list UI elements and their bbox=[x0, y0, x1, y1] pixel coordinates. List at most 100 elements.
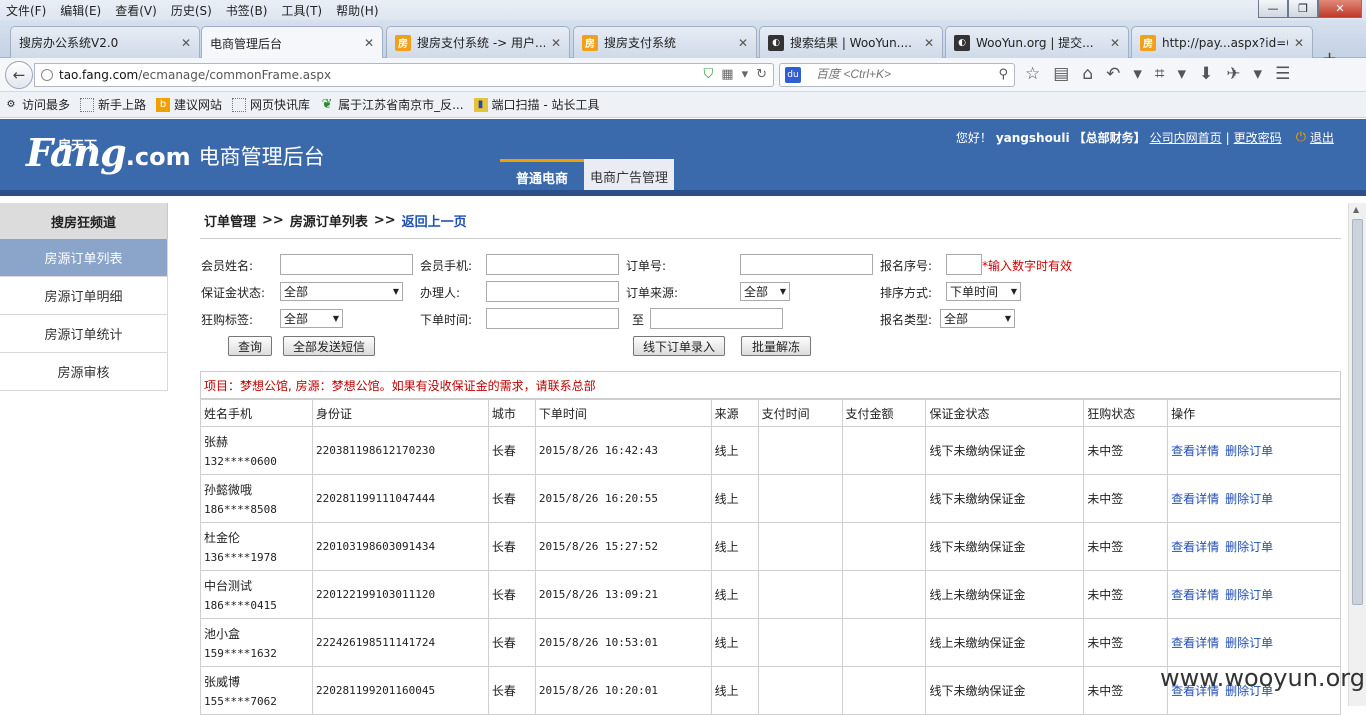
menu-view[interactable]: 查看(V) bbox=[115, 2, 157, 19]
crop-icon[interactable]: ⌗ bbox=[1155, 64, 1165, 84]
search-icon[interactable]: ⚲ bbox=[998, 67, 1008, 82]
undo-icon[interactable]: ↶ bbox=[1106, 64, 1120, 84]
delete-order-link[interactable]: 删除订单 bbox=[1225, 588, 1273, 602]
chevron-down-icon[interactable]: ▾ bbox=[1133, 64, 1142, 84]
change-password-link[interactable]: 更改密码 bbox=[1234, 129, 1282, 146]
chevron-down-icon[interactable]: ▾ bbox=[1177, 64, 1186, 84]
order-time-end-input[interactable] bbox=[650, 308, 783, 329]
bookmark-most-visited[interactable]: ⚙ 访问最多 bbox=[4, 96, 71, 113]
order-time-label: 下单时间: bbox=[420, 313, 473, 327]
download-icon[interactable]: ⬇ bbox=[1199, 64, 1213, 84]
minimize-button[interactable]: — bbox=[1258, 0, 1288, 18]
batch-unfreeze-button[interactable]: 批量解冻 bbox=[741, 336, 811, 356]
sidebar-item-listing-review[interactable]: 房源审核 bbox=[0, 353, 168, 391]
signup-type-select[interactable]: 全部 ▼ bbox=[940, 309, 1015, 328]
view-details-link[interactable]: 查看详情 bbox=[1171, 636, 1219, 650]
bookmark-suggested[interactable]: b 建议网站 bbox=[156, 96, 222, 113]
back-link[interactable]: 返回上一页 bbox=[402, 211, 467, 230]
menu-hamburger-icon[interactable]: ☰ bbox=[1275, 64, 1290, 84]
search-input[interactable] bbox=[816, 67, 986, 81]
menu-history[interactable]: 历史(S) bbox=[171, 2, 212, 19]
close-tab-icon[interactable]: ✕ bbox=[1294, 36, 1304, 50]
reading-list-icon[interactable]: ▤ bbox=[1053, 64, 1069, 84]
maximize-button[interactable]: ❐ bbox=[1288, 0, 1318, 18]
query-button[interactable]: 查询 bbox=[228, 336, 272, 356]
rush-tag-select[interactable]: 全部 ▼ bbox=[280, 309, 343, 328]
intranet-home-link[interactable]: 公司内网首页 bbox=[1150, 129, 1222, 146]
cell-pay-time bbox=[757, 474, 843, 523]
logout-link[interactable]: 退出 bbox=[1310, 129, 1334, 146]
order-no-input[interactable] bbox=[740, 254, 873, 275]
table-row: 池小盒 159****1632 222426198511141724 长春 2015/8… bbox=[200, 618, 1341, 667]
baidu-paw-icon[interactable]: du bbox=[785, 67, 801, 83]
menu-help[interactable]: 帮助(H) bbox=[336, 2, 378, 19]
order-time-start-input[interactable] bbox=[486, 308, 619, 329]
scroll-up-arrow-icon[interactable]: ▲ bbox=[1353, 205, 1359, 214]
vertical-scrollbar[interactable]: ▲ bbox=[1348, 203, 1366, 706]
sidebar-item-order-detail[interactable]: 房源订单明细 bbox=[0, 277, 168, 315]
tab-pay-system-user[interactable]: 房 搜房支付系统 -> 用户... ✕ bbox=[386, 26, 570, 58]
tab-wooyun-search[interactable]: ◐ 搜索结果 | WooYun.... ✕ bbox=[759, 26, 943, 58]
reload-icon[interactable]: ↻ bbox=[756, 67, 767, 82]
fang-logo[interactable]: 房天下 Fang .com 电商管理后台 bbox=[26, 131, 325, 175]
send-all-sms-button[interactable]: 全部发送短信 bbox=[283, 336, 375, 356]
tab-wooyun-submit[interactable]: ◐ WooYun.org | 提交... ✕ bbox=[945, 26, 1129, 58]
breadcrumb-order-management: 订单管理 bbox=[204, 215, 257, 230]
power-icon[interactable]: ⏻ bbox=[1296, 130, 1306, 145]
handler-input[interactable] bbox=[486, 281, 619, 302]
menu-bookmarks[interactable]: 书签(B) bbox=[226, 2, 268, 19]
tab-pay-aspx[interactable]: 房 http://pay...aspx?id=6 ✕ bbox=[1131, 26, 1313, 58]
close-tab-icon[interactable]: ✕ bbox=[738, 36, 748, 50]
tab-ecommerce-admin[interactable]: 电商管理后台 ✕ bbox=[201, 26, 383, 59]
scrollbar-thumb[interactable] bbox=[1352, 219, 1363, 605]
addon-icon[interactable]: ✈ bbox=[1226, 64, 1240, 84]
order-source-select[interactable]: 全部 ▼ bbox=[740, 282, 790, 301]
close-tab-icon[interactable]: ✕ bbox=[364, 36, 374, 50]
sidebar-item-order-stats[interactable]: 房源订单统计 bbox=[0, 315, 168, 353]
offline-order-entry-button[interactable]: 线下订单录入 bbox=[633, 336, 725, 356]
search-box[interactable]: du ⚲ bbox=[779, 63, 1015, 87]
view-details-link[interactable]: 查看详情 bbox=[1171, 540, 1219, 554]
bookmark-web-slices[interactable]: 网页快讯库 bbox=[232, 96, 310, 113]
bookmark-nanjing[interactable]: ❦ 属于江苏省南京市_反... bbox=[320, 96, 464, 113]
close-tab-icon[interactable]: ✕ bbox=[181, 36, 191, 50]
back-arrow-icon[interactable]: ← bbox=[5, 61, 33, 89]
dropdown-arrow-icon[interactable]: ▾ bbox=[742, 67, 749, 82]
view-details-link[interactable]: 查看详情 bbox=[1171, 588, 1219, 602]
delete-order-link[interactable]: 删除订单 bbox=[1225, 492, 1273, 506]
nav-tab-ad-management[interactable]: 电商广告管理 bbox=[584, 159, 675, 193]
delete-order-link[interactable]: 删除订单 bbox=[1225, 636, 1273, 650]
menu-file[interactable]: 文件(F) bbox=[6, 2, 46, 19]
member-phone-input[interactable] bbox=[486, 254, 619, 275]
deposit-status-select[interactable]: 全部 ▼ bbox=[280, 282, 403, 301]
tab-pay-system[interactable]: 房 搜房支付系统 ✕ bbox=[573, 26, 757, 58]
home-icon[interactable]: ⌂ bbox=[1082, 64, 1093, 84]
chevron-down-icon[interactable]: ▾ bbox=[1254, 64, 1263, 84]
close-window-button[interactable]: ✕ bbox=[1318, 0, 1362, 18]
menu-edit[interactable]: 编辑(E) bbox=[60, 2, 101, 19]
view-details-link[interactable]: 查看详情 bbox=[1171, 492, 1219, 506]
close-tab-icon[interactable]: ✕ bbox=[1110, 36, 1120, 50]
url-bar[interactable]: tao.fang.com/ecmanage/commonFrame.aspx ⛉… bbox=[34, 63, 774, 87]
member-name-input[interactable] bbox=[280, 254, 413, 275]
qr-code-icon[interactable]: ▦ bbox=[721, 67, 733, 82]
view-details-link[interactable]: 查看详情 bbox=[1171, 444, 1219, 458]
delete-order-link[interactable]: 删除订单 bbox=[1225, 540, 1273, 554]
bookmark-getting-started[interactable]: 新手上路 bbox=[80, 96, 146, 113]
chevron-down-icon: ▼ bbox=[1010, 287, 1017, 296]
signup-no-input[interactable] bbox=[946, 254, 982, 275]
nav-tab-normal-ecommerce[interactable]: 普通电商 bbox=[500, 159, 585, 193]
close-tab-icon[interactable]: ✕ bbox=[551, 36, 561, 50]
url-text[interactable]: tao.fang.com/ecmanage/commonFrame.aspx bbox=[59, 68, 331, 82]
delete-order-link[interactable]: 删除订单 bbox=[1225, 444, 1273, 458]
close-tab-icon[interactable]: ✕ bbox=[924, 36, 934, 50]
sort-select[interactable]: 下单时间 ▼ bbox=[946, 282, 1021, 301]
tab-oa-system[interactable]: 搜房办公系统V2.0 ✕ bbox=[10, 26, 200, 58]
menu-tools[interactable]: 工具(T) bbox=[281, 2, 322, 19]
col-actions: 操作 bbox=[1167, 399, 1341, 427]
shield-check-icon[interactable]: ⛉ bbox=[704, 67, 714, 82]
bookmark-port-scan[interactable]: ▮ 端口扫描 - 站长工具 bbox=[473, 96, 599, 113]
sidebar-item-order-list[interactable]: 房源订单列表 bbox=[0, 239, 168, 277]
customer-phone: 136****1978 bbox=[204, 551, 277, 564]
bookmark-star-icon[interactable]: ☆ bbox=[1025, 64, 1040, 84]
